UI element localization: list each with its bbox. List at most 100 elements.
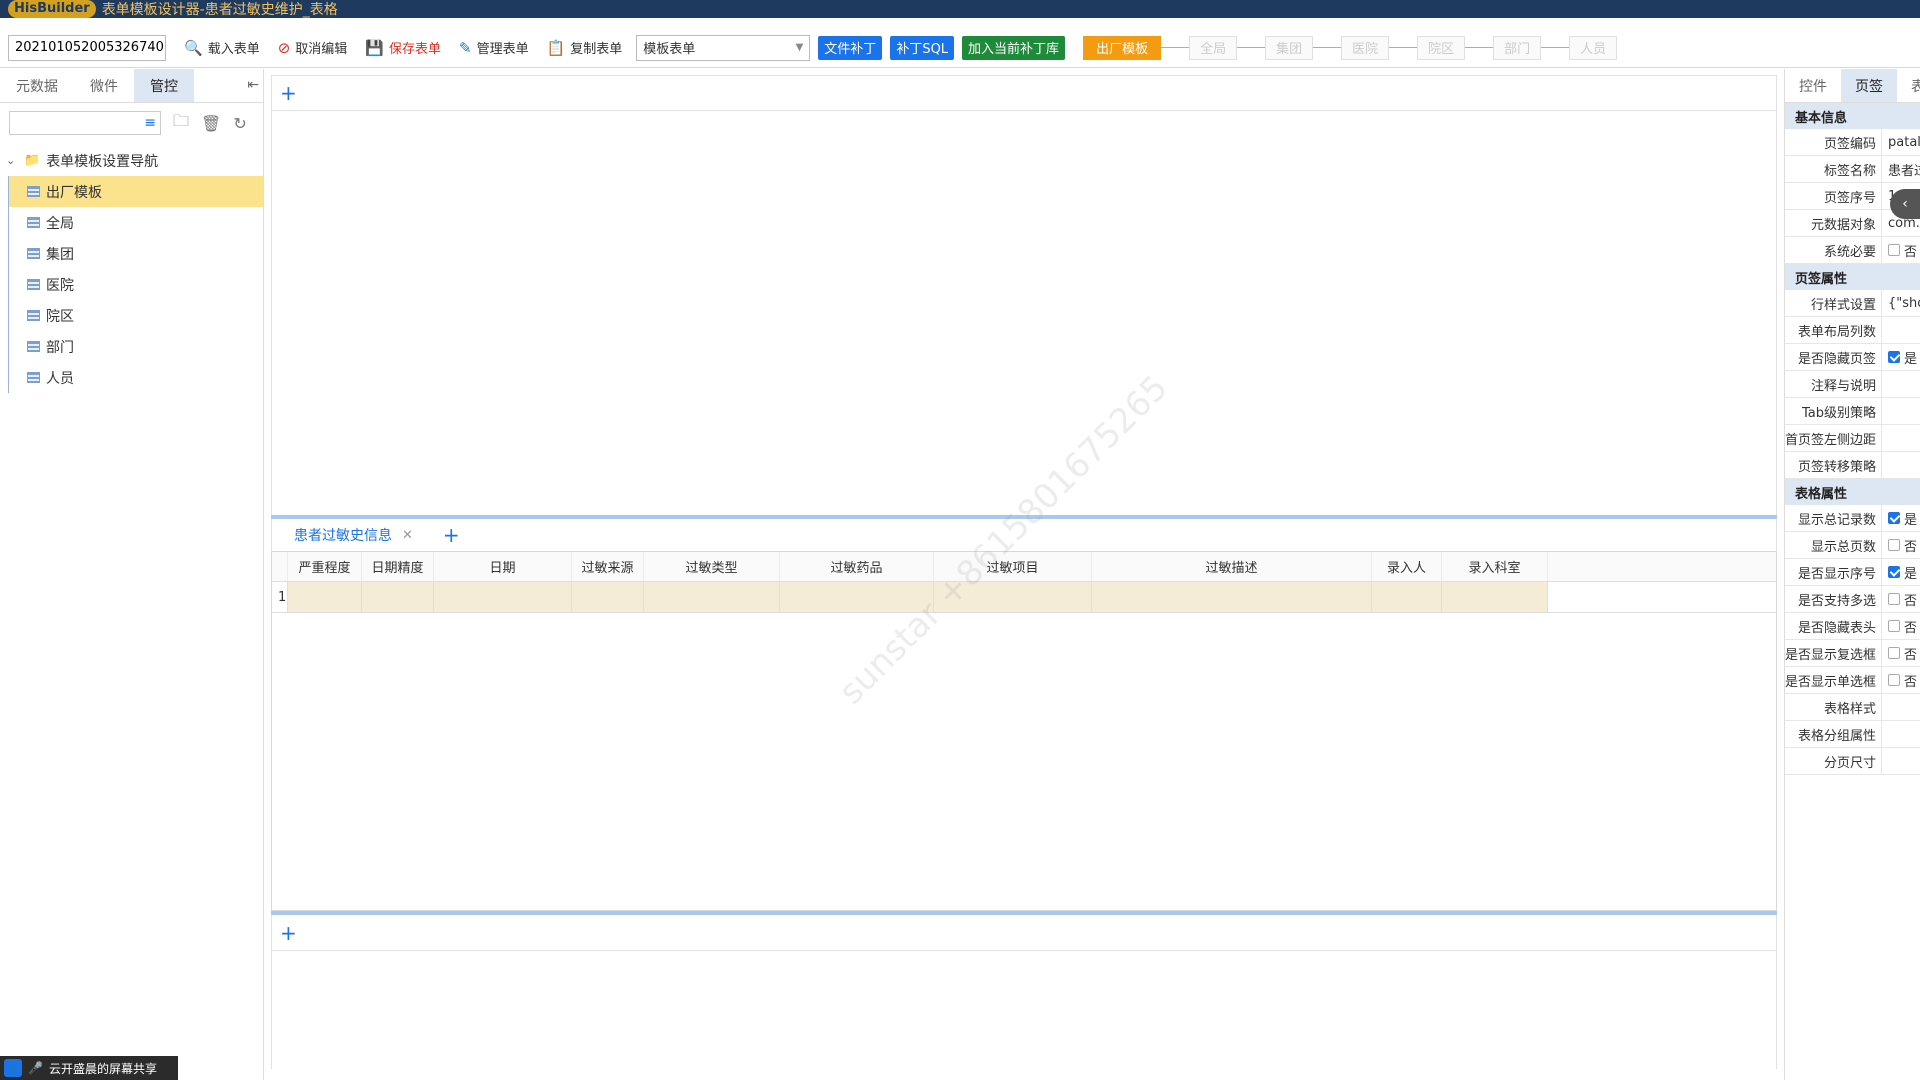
property-value[interactable] (1881, 748, 1920, 774)
template-type-select[interactable]: 模板表单 ▼ (636, 34, 811, 61)
column-header[interactable]: 过敏来源 (572, 552, 644, 581)
step-department[interactable]: 部门 (1493, 35, 1542, 60)
property-value[interactable]: 否 (1881, 667, 1920, 693)
checkbox[interactable] (1888, 512, 1900, 524)
tree-item-person[interactable]: 人员 (9, 362, 263, 393)
property-value[interactable] (1881, 452, 1920, 478)
add-to-patch-button[interactable]: 加入当前补丁库 (962, 35, 1066, 60)
table-cell[interactable] (434, 582, 572, 612)
column-header[interactable]: 严重程度 (288, 552, 362, 581)
tree-item-department[interactable]: 部门 (9, 331, 263, 362)
property-value[interactable]: 否 (1881, 613, 1920, 639)
template-code-input[interactable] (8, 34, 166, 61)
property-value[interactable] (1881, 694, 1920, 720)
page-tab-allergy[interactable]: 患者过敏史信息 (294, 525, 392, 545)
property-value[interactable]: 否 (1881, 640, 1920, 666)
table-cell[interactable] (934, 582, 1092, 612)
tree-item-campus[interactable]: 院区 (9, 300, 263, 331)
tree-item-global[interactable]: 全局 (9, 207, 263, 238)
property-label: 系统必要 (1823, 244, 1876, 260)
add-bottom-section-button[interactable]: + (271, 915, 1777, 951)
add-tab-button[interactable]: + (443, 523, 460, 547)
close-icon[interactable]: ✕ (402, 528, 413, 543)
tree-root[interactable]: ⌄ 📁 表单模板设置导航 (0, 145, 263, 176)
column-header[interactable]: 录入科室 (1442, 552, 1548, 581)
microphone-icon[interactable]: 🎤 (28, 1061, 43, 1075)
copy-form-button[interactable]: 📋 复制表单 (547, 38, 623, 58)
tree-item-factory[interactable]: 出厂模板 (9, 176, 263, 207)
property-value[interactable] (1881, 317, 1920, 343)
property-value[interactable] (1881, 371, 1920, 397)
checkbox[interactable] (1888, 647, 1900, 659)
checkbox[interactable] (1888, 674, 1900, 686)
step-factory[interactable]: 出厂模板 (1083, 35, 1162, 60)
property-label: 是否显示单选框 (1784, 674, 1876, 690)
table-cell[interactable] (1442, 582, 1548, 612)
collapse-panel-icon[interactable]: ⇤ (247, 77, 259, 93)
table-cell[interactable] (1372, 582, 1442, 612)
tab-control[interactable]: 管控 (134, 69, 194, 102)
step-campus[interactable]: 院区 (1417, 35, 1466, 60)
screen-share-bar[interactable]: 👤 🎤 云开盛晨的屏幕共享 (0, 1056, 178, 1080)
column-header[interactable]: 日期精度 (362, 552, 434, 581)
step-person[interactable]: 人员 (1569, 35, 1618, 60)
column-header[interactable]: 过敏类型 (644, 552, 780, 581)
refresh-icon[interactable]: ↻ (233, 114, 246, 133)
cancel-edit-button[interactable]: ⊘ 取消编辑 (278, 38, 348, 58)
table-cell[interactable] (362, 582, 434, 612)
property-value[interactable]: 是 (1881, 505, 1920, 531)
tree-search-row: ≡ 🗀 🗑 ↻ (0, 103, 263, 143)
chevron-down-icon[interactable]: ⌄ (6, 154, 18, 167)
table-cell[interactable] (780, 582, 934, 612)
column-header[interactable]: 过敏药品 (780, 552, 934, 581)
step-hospital[interactable]: 医院 (1341, 35, 1390, 60)
property-value[interactable]: 是 (1881, 559, 1920, 585)
checkbox[interactable] (1888, 566, 1900, 578)
table-row[interactable]: 1 (272, 582, 1776, 613)
property-value[interactable]: 是 (1881, 344, 1920, 370)
add-top-section-button[interactable]: + (271, 75, 1777, 111)
tab-table[interactable]: 表 (1897, 69, 1920, 102)
property-value[interactable] (1881, 721, 1920, 747)
column-header[interactable]: 录入人 (1372, 552, 1442, 581)
column-header[interactable]: 过敏项目 (934, 552, 1092, 581)
load-form-button[interactable]: 🔍 载入表单 (184, 38, 260, 58)
save-form-button[interactable]: 💾 保存表单 (365, 38, 441, 58)
property-value[interactable]: {"sho (1881, 290, 1920, 316)
checkbox[interactable] (1888, 593, 1900, 605)
tree-item-group[interactable]: 集团 (9, 238, 263, 269)
step-global[interactable]: 全局 (1189, 35, 1238, 60)
property-value[interactable]: 否 (1881, 586, 1920, 612)
table-cell[interactable] (572, 582, 644, 612)
checkbox[interactable] (1888, 539, 1900, 551)
step-group[interactable]: 集团 (1265, 35, 1314, 60)
table-cell[interactable] (644, 582, 780, 612)
trash-icon[interactable]: 🗑 (201, 114, 221, 133)
tab-metadata[interactable]: 元数据 (0, 69, 74, 102)
property-value[interactable]: patal (1881, 129, 1920, 155)
checkbox[interactable] (1888, 351, 1900, 363)
checkbox[interactable] (1888, 244, 1900, 256)
property-value[interactable]: 否 (1881, 237, 1920, 263)
new-folder-icon[interactable]: 🗀 (173, 110, 189, 137)
tab-widgets[interactable]: 微件 (74, 69, 134, 102)
tree-item-hospital[interactable]: 医院 (9, 269, 263, 300)
column-header[interactable]: 日期 (434, 552, 572, 581)
table-cell[interactable] (1092, 582, 1372, 612)
file-patch-button[interactable]: 文件补丁 (818, 35, 883, 60)
property-value[interactable] (1881, 398, 1920, 424)
tab-pagetab[interactable]: 页签 (1841, 69, 1897, 102)
patch-sql-button[interactable]: 补丁SQL (890, 35, 955, 60)
tab-controls[interactable]: 控件 (1785, 69, 1841, 102)
title-bar: HisBuilder 表单模板设计器-患者过敏史维护_表格 (0, 0, 1920, 18)
column-header[interactable]: 过敏描述 (1092, 552, 1372, 581)
chevron-left-icon[interactable]: ‹ (1890, 189, 1920, 219)
filter-icon[interactable]: ≡ (144, 115, 156, 131)
checkbox[interactable] (1888, 620, 1900, 632)
manage-form-button[interactable]: ✎ 管理表单 (459, 38, 529, 58)
property-value[interactable]: 患者过 (1881, 156, 1920, 182)
tree-search-input[interactable]: ≡ (9, 111, 161, 135)
table-cell[interactable] (288, 582, 362, 612)
property-value[interactable]: 否 (1881, 532, 1920, 558)
property-value[interactable] (1881, 425, 1920, 451)
